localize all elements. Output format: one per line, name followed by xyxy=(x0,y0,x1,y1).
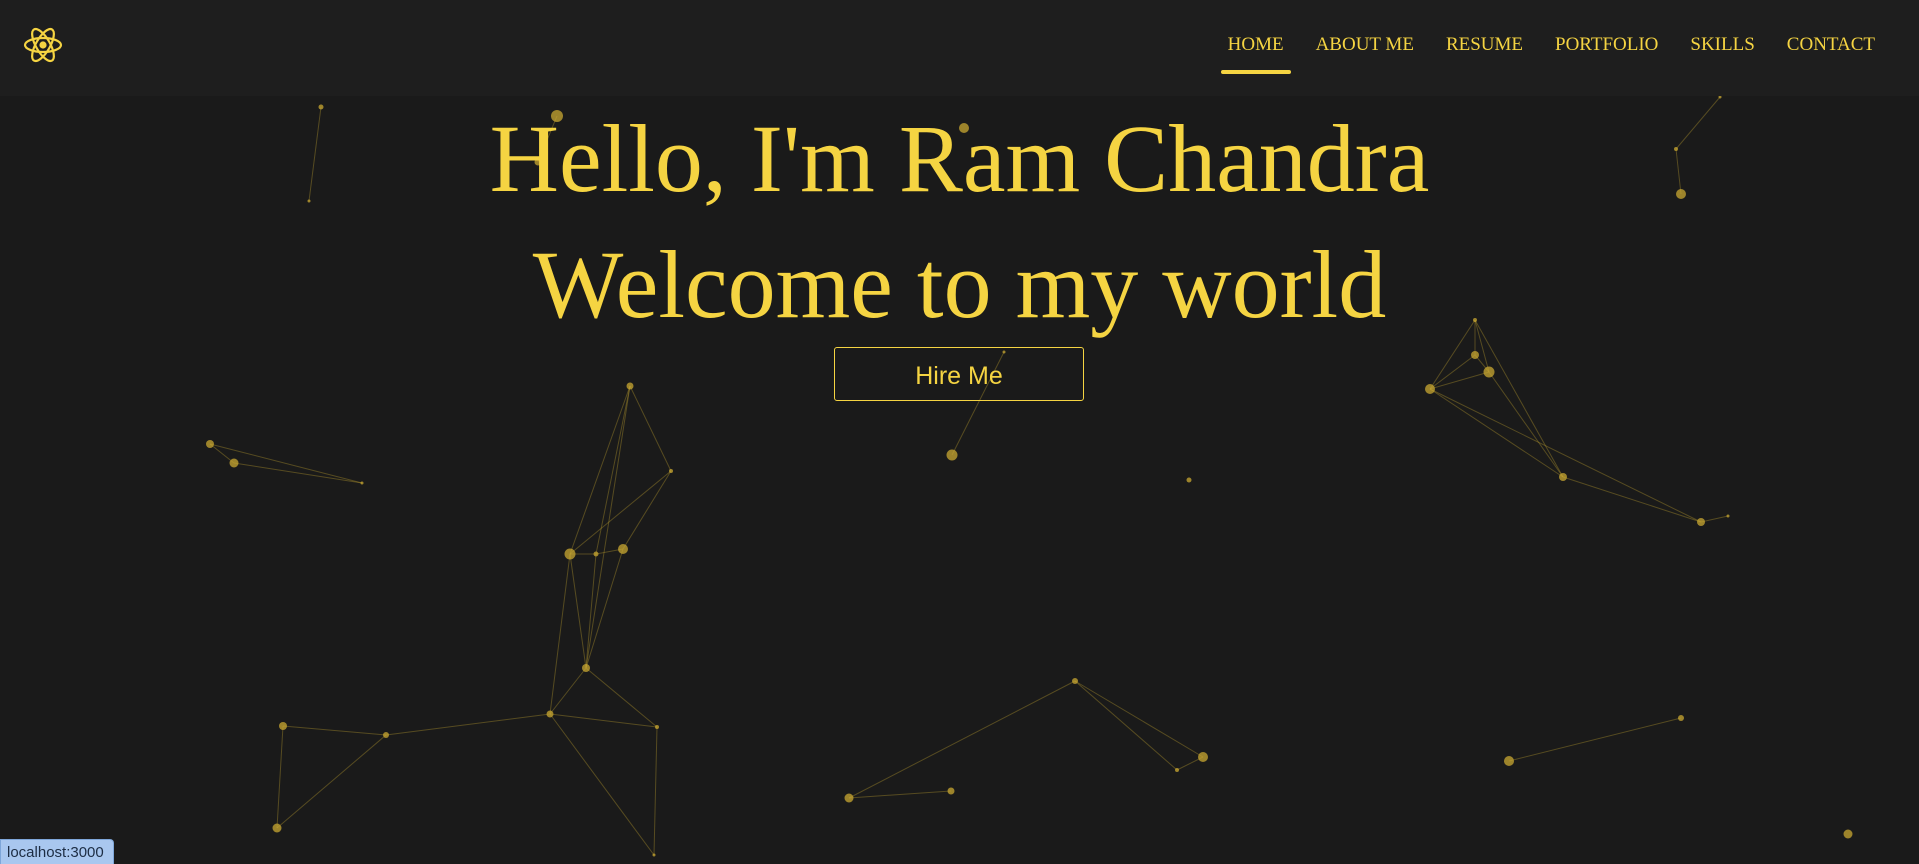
hero-greeting: Hello, I'm Ram Chandra xyxy=(489,105,1430,212)
particle-link xyxy=(1074,680,1204,758)
particle-dot xyxy=(618,544,628,554)
particle-dot xyxy=(582,664,590,672)
particle-dot xyxy=(1678,715,1684,721)
navbar: HOME ABOUT ME RESUME PORTFOLIO SKILLS CO… xyxy=(0,0,1919,96)
particle-link xyxy=(282,725,387,736)
particle-link xyxy=(585,667,658,728)
particle-link xyxy=(1562,476,1702,523)
particle-dot xyxy=(1483,366,1495,378)
particle-dot xyxy=(655,725,659,729)
particle-link xyxy=(569,553,587,669)
particle-link xyxy=(1429,388,1702,523)
page: HOME ABOUT ME RESUME PORTFOLIO SKILLS CO… xyxy=(0,0,1919,864)
particle-link xyxy=(653,726,658,856)
particle-dot xyxy=(564,548,576,560)
nav-item-portfolio[interactable]: PORTFOLIO xyxy=(1539,33,1674,57)
particle-dot xyxy=(229,458,239,468)
nav-item-contact[interactable]: CONTACT xyxy=(1771,33,1891,57)
particle-link xyxy=(1700,515,1729,523)
particle-link xyxy=(629,385,672,472)
particle-dot xyxy=(1186,477,1192,483)
particle-dot xyxy=(593,551,599,557)
particle-link xyxy=(1508,717,1682,762)
nav-item-skills[interactable]: SKILLS xyxy=(1674,33,1770,57)
nav-item-about-me[interactable]: ABOUT ME xyxy=(1300,33,1430,57)
particle-link xyxy=(549,713,655,856)
nav-menu: HOME ABOUT ME RESUME PORTFOLIO SKILLS CO… xyxy=(1212,33,1891,74)
hero-section: Hello, I'm Ram Chandra Welcome to my wor… xyxy=(0,96,1919,348)
particle-link xyxy=(1074,680,1178,771)
particle-link xyxy=(549,667,587,715)
particle-dot xyxy=(546,710,554,718)
particle-dot xyxy=(1198,752,1208,762)
particle-link xyxy=(1429,388,1564,478)
particle-dot xyxy=(947,787,955,795)
particle-dot xyxy=(844,793,854,803)
particle-link xyxy=(848,680,1076,799)
particle-dot xyxy=(1843,829,1853,839)
particle-dot xyxy=(1471,351,1479,359)
particle-dot xyxy=(1697,518,1705,526)
particle-link xyxy=(585,385,631,669)
particle-link xyxy=(385,713,551,736)
particle-dot xyxy=(1726,514,1730,518)
particle-dot xyxy=(946,449,958,461)
particle-dot xyxy=(1425,384,1435,394)
particle-link xyxy=(276,734,387,829)
hero-welcome: Welcome to my world xyxy=(532,231,1387,338)
particle-dot xyxy=(626,382,634,390)
particle-dot xyxy=(1072,678,1078,684)
particle-link xyxy=(276,725,284,829)
status-bar-url: localhost:3000 xyxy=(0,839,114,864)
particle-dot xyxy=(272,823,282,833)
react-atom-icon[interactable] xyxy=(22,24,64,66)
nav-item-resume[interactable]: RESUME xyxy=(1430,33,1539,57)
particle-dot xyxy=(360,481,364,485)
particle-link xyxy=(233,462,363,484)
particle-link xyxy=(1429,354,1476,390)
particle-dot xyxy=(206,440,214,448)
particle-dot xyxy=(652,853,656,857)
particle-dot xyxy=(279,722,287,730)
particle-link xyxy=(1488,371,1564,478)
particle-dot xyxy=(1175,768,1179,772)
particle-dot xyxy=(1559,473,1567,481)
particle-link xyxy=(549,713,658,728)
hire-me-button[interactable]: Hire Me xyxy=(834,347,1084,401)
particle-link xyxy=(848,790,952,799)
nav-item-home[interactable]: HOME xyxy=(1212,33,1300,74)
particle-link xyxy=(622,470,672,550)
particle-link xyxy=(549,553,571,715)
particle-dot xyxy=(383,732,389,738)
particle-dot xyxy=(1504,756,1514,766)
particle-dot xyxy=(669,469,673,473)
